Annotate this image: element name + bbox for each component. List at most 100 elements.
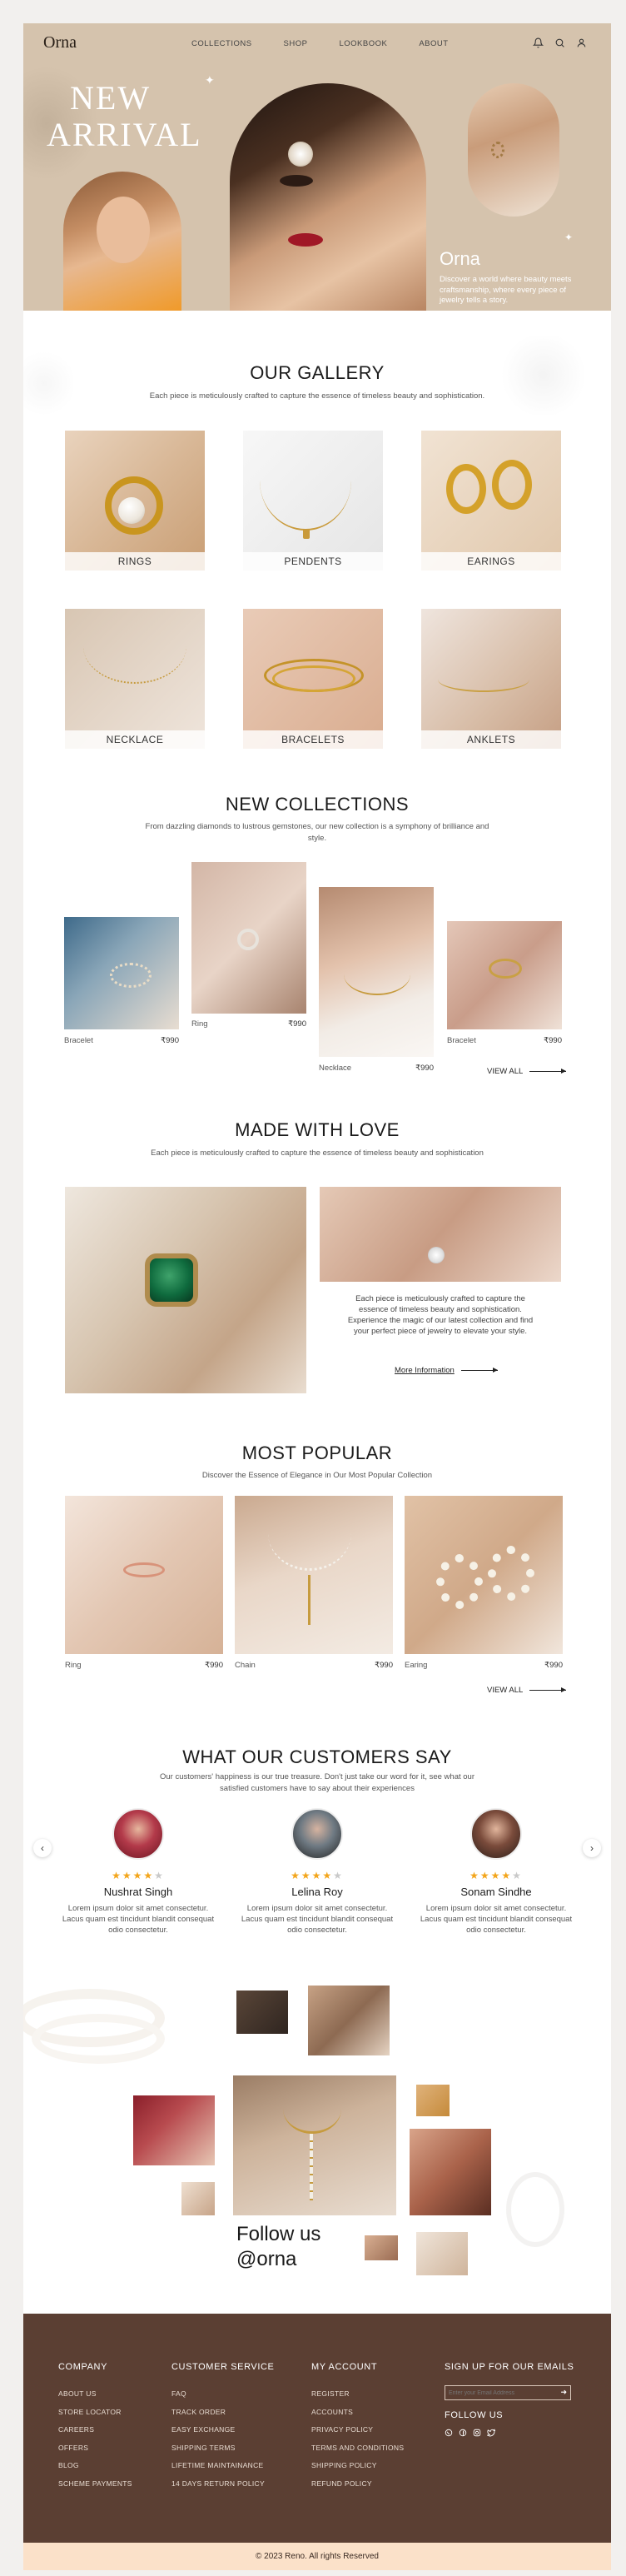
- customer-review: Lorem ipsum dolor sit amet consectetur. …: [241, 1904, 394, 1935]
- footer-company-title: COMPANY: [58, 2362, 108, 2372]
- customer-review: Lorem ipsum dolor sit amet consectetur. …: [62, 1904, 215, 1935]
- popular-name: Earing: [405, 1661, 428, 1670]
- popular-image-chain[interactable]: [235, 1496, 393, 1654]
- twitter-icon[interactable]: [487, 2429, 495, 2437]
- rating-stars: ★★★★★: [112, 1870, 165, 1881]
- user-icon[interactable]: [576, 37, 587, 48]
- footer-link-register[interactable]: REGISTER: [311, 2385, 404, 2404]
- footer-link-easy-exchange[interactable]: EASY EXCHANGE: [171, 2421, 275, 2439]
- footer-link-return-policy[interactable]: 14 DAYS RETURN POLICY: [171, 2475, 275, 2494]
- footer-link-track-order[interactable]: TRACK ORDER: [171, 2404, 275, 2422]
- newsletter-email-input[interactable]: [445, 2386, 552, 2399]
- arrow-right-icon: [460, 1368, 498, 1373]
- nav-item-about[interactable]: ABOUT: [419, 39, 448, 48]
- rating-stars: ★★★★★: [470, 1870, 523, 1881]
- follow-photo[interactable]: [181, 2182, 215, 2215]
- collection-image-bracelet[interactable]: [64, 917, 179, 1029]
- footer-link-accounts[interactable]: ACCOUNTS: [311, 2404, 404, 2422]
- follow-photo[interactable]: [416, 2085, 450, 2116]
- nav-item-shop[interactable]: SHOP: [284, 39, 308, 48]
- brand-logo[interactable]: Orna: [43, 33, 77, 52]
- gallery-label-bracelets: BRACELETS: [243, 730, 383, 749]
- gallery-item-anklets[interactable]: ANKLETS: [421, 609, 561, 749]
- footer-link-lifetime-maintainance[interactable]: LIFETIME MAINTAINANCE: [171, 2457, 275, 2475]
- footer-link-scheme-payments[interactable]: SCHEME PAYMENTS: [58, 2475, 132, 2494]
- social-icons: [445, 2429, 574, 2437]
- gallery-item-necklace[interactable]: NECKLACE: [65, 609, 205, 749]
- gallery-label-pendents: PENDENTS: [243, 552, 383, 571]
- footer-link-shipping-terms[interactable]: SHIPPING TERMS: [171, 2439, 275, 2458]
- hero-tagline: Discover a world where beauty meets craf…: [440, 275, 572, 305]
- love-image-diamond-ring: [320, 1187, 561, 1282]
- popular-name: Chain: [235, 1661, 256, 1670]
- instagram-icon[interactable]: [473, 2429, 481, 2437]
- hero-headline-line1: NEW: [70, 79, 152, 117]
- footer-link-faq[interactable]: FAQ: [171, 2385, 275, 2404]
- navbar: Orna COLLECTIONS SHOP LOOKBOOK ABOUT: [23, 23, 611, 62]
- footer-link-store-locator[interactable]: STORE LOCATOR: [58, 2404, 132, 2422]
- popular-image-ring[interactable]: [65, 1496, 223, 1654]
- footer-link-terms[interactable]: TERMS AND CONDITIONS: [311, 2439, 404, 2458]
- footer-link-refund-policy[interactable]: REFUND POLICY: [311, 2475, 404, 2494]
- hero-headline-line2: ARRIVAL: [47, 116, 202, 153]
- customer-name: Nushrat Singh: [103, 1886, 173, 1898]
- gallery-subtitle: Each piece is meticulously crafted to ca…: [149, 391, 485, 401]
- follow-photo[interactable]: [416, 2232, 468, 2275]
- follow-photo[interactable]: [133, 2095, 215, 2165]
- follow-photo[interactable]: [410, 2129, 491, 2215]
- popular-image-earing[interactable]: [405, 1496, 563, 1654]
- newsletter-submit-button[interactable]: ➜: [560, 2388, 567, 2397]
- follow-photo[interactable]: [308, 1986, 390, 2055]
- sparkle-icon: ✦: [205, 73, 215, 87]
- gallery-item-pendents[interactable]: PENDENTS: [243, 431, 383, 571]
- sparkle-icon: ✦: [564, 232, 574, 243]
- whatsapp-icon[interactable]: [445, 2429, 453, 2437]
- arrow-right-icon: [529, 1069, 567, 1074]
- collection-image-bracelet[interactable]: [447, 921, 562, 1029]
- testimonial-card: ★★★★★ Nushrat Singh Lorem ipsum dolor si…: [48, 1808, 228, 1936]
- collection-name: Ring: [191, 1019, 208, 1029]
- follow-photo[interactable]: [236, 1991, 288, 2034]
- footer-account-title: MY ACCOUNT: [311, 2362, 378, 2372]
- collections-view-all[interactable]: VIEW ALL: [487, 1067, 567, 1076]
- customer-name: Lelina Roy: [291, 1886, 343, 1898]
- follow-us-heading[interactable]: Follow us @orna: [236, 2222, 320, 2272]
- search-icon[interactable]: [554, 37, 565, 48]
- footer-link-privacy-policy[interactable]: PRIVACY POLICY: [311, 2421, 404, 2439]
- footer-link-careers[interactable]: CAREERS: [58, 2421, 132, 2439]
- testimonial-card: ★★★★★ Sonam Sindhe Lorem ipsum dolor sit…: [406, 1808, 586, 1936]
- love-title: MADE WITH LOVE: [235, 1119, 400, 1140]
- collection-image-necklace[interactable]: [319, 887, 434, 1057]
- more-information-label: More Information: [395, 1366, 455, 1375]
- newsletter-form: ➜: [445, 2385, 571, 2400]
- gallery-label-earings: EARINGS: [421, 552, 561, 571]
- love-more-information-link[interactable]: More Information: [395, 1366, 498, 1375]
- popular-title: MOST POPULAR: [241, 1442, 393, 1463]
- collection-price: ₹990: [161, 1036, 179, 1045]
- facebook-icon[interactable]: [459, 2429, 467, 2437]
- footer-link-blog[interactable]: BLOG: [58, 2457, 132, 2475]
- footer-link-about-us[interactable]: ABOUT US: [58, 2385, 132, 2404]
- nav-item-lookbook[interactable]: LOOKBOOK: [339, 39, 387, 48]
- arrow-right-icon: [529, 1687, 567, 1692]
- popular-view-all[interactable]: VIEW ALL: [487, 1686, 567, 1695]
- follow-photo[interactable]: [233, 2075, 396, 2215]
- hero-model-center-image: [230, 83, 426, 311]
- nav-item-collections[interactable]: COLLECTIONS: [191, 39, 252, 48]
- collection-image-ring[interactable]: [191, 862, 306, 1014]
- love-image-emerald-ring: [65, 1187, 306, 1393]
- popular-name: Ring: [65, 1661, 82, 1670]
- follow-photo[interactable]: [365, 2235, 398, 2260]
- newsletter-title: SIGN UP FOR OUR EMAILS: [445, 2362, 574, 2372]
- gallery-item-rings[interactable]: RINGS: [65, 431, 205, 571]
- bell-icon[interactable]: [533, 37, 544, 48]
- gallery-item-earings[interactable]: EARINGS: [421, 431, 561, 571]
- gallery-item-bracelets[interactable]: BRACELETS: [243, 609, 383, 749]
- footer-link-offers[interactable]: OFFERS: [58, 2439, 132, 2458]
- copyright-bar: © 2023 Reno. All rights Reserved: [23, 2543, 611, 2570]
- testimonials-title: WHAT OUR CUSTOMERS SAY: [182, 1746, 452, 1767]
- hero-section: Orna COLLECTIONS SHOP LOOKBOOK ABOUT NEW…: [23, 23, 611, 311]
- follow-us-line1: Follow us: [236, 2223, 321, 2245]
- footer-link-shipping-policy[interactable]: SHIPPING POLICY: [311, 2457, 404, 2475]
- gallery-label-anklets: ANKLETS: [421, 730, 561, 749]
